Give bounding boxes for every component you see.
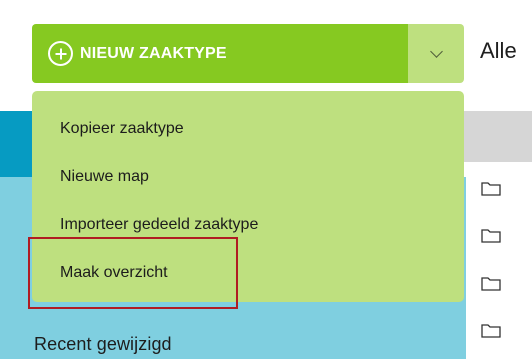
menu-item-copy-casetype[interactable]: Kopieer zaaktype (60, 120, 184, 138)
menu-item-make-overview[interactable]: Maak overzicht (60, 264, 168, 282)
new-casetype-label: NIEUW ZAAKTYPE (80, 44, 227, 62)
folder-icon[interactable] (481, 276, 501, 291)
filter-label[interactable]: Alle (480, 38, 517, 64)
folder-icon[interactable] (481, 228, 501, 243)
table-header (464, 111, 532, 162)
sidebar-header (0, 111, 34, 177)
menu-item-new-folder[interactable]: Nieuwe map (60, 168, 149, 186)
new-casetype-dropdown-toggle[interactable] (408, 24, 464, 83)
new-casetype-dropdown-menu: Kopieer zaaktype Nieuwe map Importeer ge… (32, 91, 464, 302)
folder-icon[interactable] (481, 323, 501, 338)
plus-circle-icon (48, 41, 73, 66)
recent-changed-heading: Recent gewijzigd (34, 334, 172, 354)
new-casetype-button[interactable]: NIEUW ZAAKTYPE (32, 24, 408, 83)
folder-icon[interactable] (481, 181, 501, 196)
chevron-down-icon (429, 44, 443, 58)
menu-item-import-shared-casetype[interactable]: Importeer gedeeld zaaktype (60, 216, 258, 234)
